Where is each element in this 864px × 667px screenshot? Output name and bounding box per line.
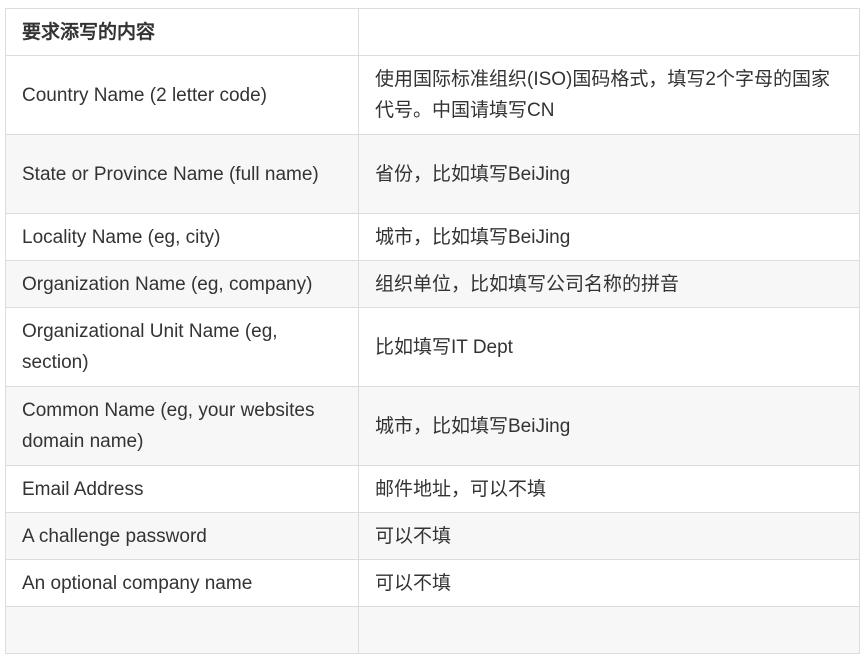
field-name-cell: Organization Name (eg, company)	[5, 260, 359, 308]
table-row: Locality Name (eg, city) 城市，比如填写BeiJing	[5, 213, 860, 261]
field-name-cell: State or Province Name (full name)	[5, 134, 359, 214]
field-description-cell: 可以不填	[358, 512, 860, 560]
field-description-cell: 省份，比如填写BeiJing	[358, 134, 860, 214]
field-name-cell	[5, 606, 359, 654]
table-row: Common Name (eg, your websites domain na…	[5, 386, 860, 466]
field-name-cell: Country Name (2 letter code)	[5, 55, 359, 135]
field-description-cell: 比如填写IT Dept	[358, 307, 860, 387]
field-description-cell: 邮件地址，可以不填	[358, 465, 860, 513]
header-cell-description	[358, 8, 860, 56]
table-row: Organizational Unit Name (eg, section) 比…	[5, 307, 860, 387]
table-row: A challenge password 可以不填	[5, 512, 860, 560]
field-name-cell: Common Name (eg, your websites domain na…	[5, 386, 359, 466]
table-header: 要求添写的内容	[5, 8, 860, 56]
table-row: An optional company name 可以不填	[5, 559, 860, 607]
table-row: Organization Name (eg, company) 组织单位，比如填…	[5, 260, 860, 308]
field-name-cell: Organizational Unit Name (eg, section)	[5, 307, 359, 387]
field-description-cell: 可以不填	[358, 559, 860, 607]
table-row: Email Address 邮件地址，可以不填	[5, 465, 860, 513]
table-body: Country Name (2 letter code) 使用国际标准组织(IS…	[5, 55, 860, 654]
field-name-cell: Locality Name (eg, city)	[5, 213, 359, 261]
field-name-cell: An optional company name	[5, 559, 359, 607]
header-cell-field: 要求添写的内容	[5, 8, 359, 56]
field-description-cell: 使用国际标准组织(ISO)国码格式，填写2个字母的国家代号。中国请填写CN	[358, 55, 860, 135]
field-description-cell: 城市，比如填写BeiJing	[358, 213, 860, 261]
field-name-cell: Email Address	[5, 465, 359, 513]
field-description-cell: 城市，比如填写BeiJing	[358, 386, 860, 466]
field-description-cell: 组织单位，比如填写公司名称的拼音	[358, 260, 860, 308]
field-description-cell	[358, 606, 860, 654]
header-row: 要求添写的内容	[5, 8, 860, 56]
table-row: State or Province Name (full name) 省份，比如…	[5, 134, 860, 214]
certificate-fields-table: 要求添写的内容 Country Name (2 letter code) 使用国…	[5, 8, 860, 654]
table-row	[5, 606, 860, 654]
table-row: Country Name (2 letter code) 使用国际标准组织(IS…	[5, 55, 860, 135]
field-name-cell: A challenge password	[5, 512, 359, 560]
